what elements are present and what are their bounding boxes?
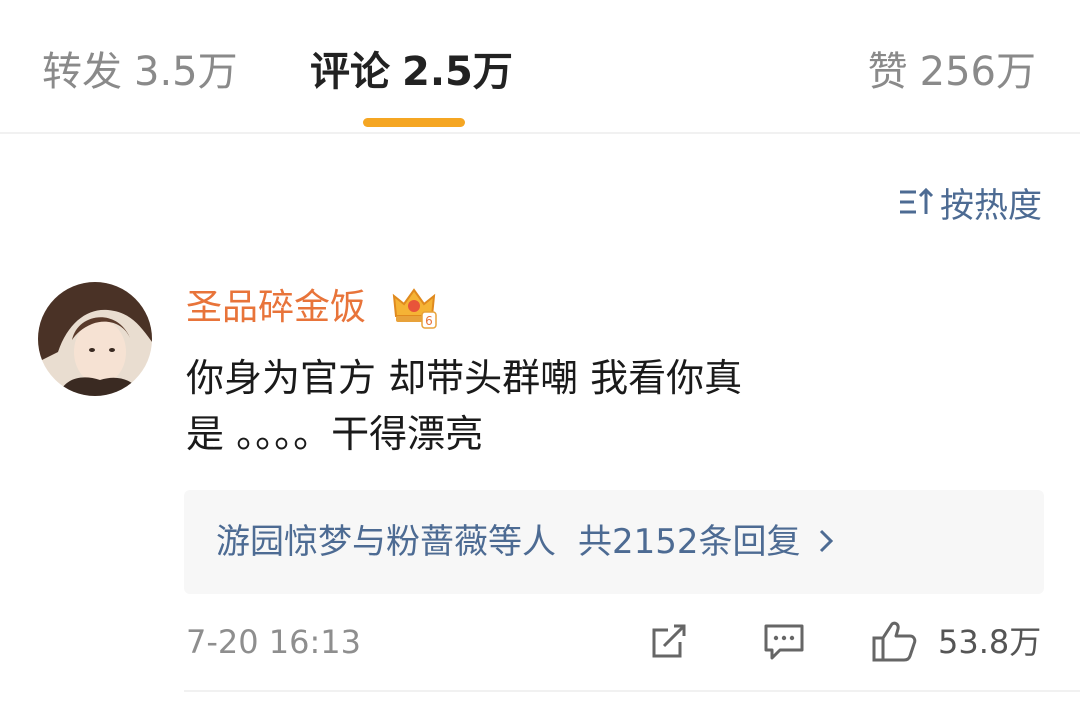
comments-page: 转发 3.5万 评论 2.5万 赞 256万 按热度 圣品碎金饭 6 你身为官方… bbox=[0, 0, 1080, 706]
vip-level: 6 bbox=[425, 314, 433, 328]
like-button[interactable] bbox=[870, 618, 920, 670]
tab-likes-count: 256万 bbox=[919, 49, 1036, 95]
replies-users[interactable]: 游园惊梦与粉蔷薇 bbox=[216, 522, 488, 562]
sort-icon bbox=[900, 187, 934, 214]
active-tab-indicator bbox=[363, 118, 465, 127]
comment-icon bbox=[764, 624, 804, 660]
comment-text-line-1: 你身为官方 却带头群嘲 我看你真 bbox=[186, 356, 743, 400]
comment-button[interactable] bbox=[760, 618, 808, 668]
like-count[interactable]: 53.8万 bbox=[938, 620, 1041, 664]
comment-username[interactable]: 圣品碎金饭 bbox=[186, 284, 366, 332]
tab-likes[interactable]: 赞 256万 bbox=[868, 44, 1036, 100]
sort-label: 按热度 bbox=[940, 185, 1042, 226]
tab-comments[interactable]: 评论 2.5万 bbox=[310, 44, 513, 100]
comment-timestamp: 7-20 16:13 bbox=[186, 623, 362, 661]
avatar[interactable] bbox=[38, 282, 152, 396]
crown-vip-icon[interactable]: 6 bbox=[390, 282, 438, 330]
share-icon bbox=[652, 624, 686, 658]
comment-text-line-2: 是 。。。。干得漂亮 bbox=[186, 412, 484, 456]
repost-button[interactable] bbox=[646, 618, 692, 668]
divider bbox=[184, 690, 1080, 692]
replies-suffix: 等人 bbox=[488, 522, 556, 562]
replies-summary[interactable]: 游园惊梦与粉蔷薇等人 共2152条回复 bbox=[184, 490, 1044, 594]
chevron-right-icon bbox=[817, 520, 835, 568]
replies-summary-line: 游园惊梦与粉蔷薇等人 共2152条回复 bbox=[216, 518, 835, 568]
comment-text: 你身为官方 却带头群嘲 我看你真 是 。。。。干得漂亮 bbox=[186, 350, 886, 462]
tab-forward-label: 转发 bbox=[42, 49, 122, 95]
sort-button[interactable]: 按热度 bbox=[898, 180, 1042, 226]
tab-comments-label: 评论 bbox=[310, 49, 390, 95]
tab-likes-label: 赞 bbox=[867, 49, 908, 95]
tab-bar: 转发 3.5万 评论 2.5万 赞 256万 bbox=[0, 0, 1080, 134]
thumbs-up-icon bbox=[872, 621, 917, 662]
tab-forward-count: 3.5万 bbox=[134, 49, 238, 95]
replies-total: 共2152条回复 bbox=[578, 522, 801, 562]
avatar-image bbox=[38, 282, 152, 396]
tab-comments-count: 2.5万 bbox=[402, 49, 513, 95]
tab-forward[interactable]: 转发 3.5万 bbox=[42, 44, 238, 100]
